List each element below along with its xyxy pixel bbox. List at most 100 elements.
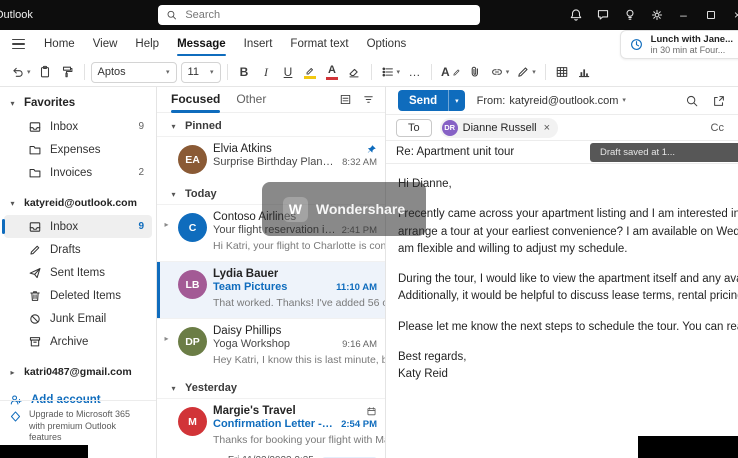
- expand-thread-icon[interactable]: ▸: [161, 325, 172, 368]
- bold-button[interactable]: B: [234, 61, 255, 83]
- cc-button[interactable]: Cc: [711, 122, 728, 134]
- titlebar-actions: – ×: [562, 0, 738, 30]
- remove-recipient-icon[interactable]: ×: [544, 122, 550, 134]
- reminder-subtitle: in 30 min at Four...: [651, 45, 733, 55]
- reminder-card[interactable]: Lunch with Jane... in 30 min at Four...: [620, 30, 738, 59]
- font-size-select[interactable]: 11▾: [181, 62, 221, 83]
- zoom-icon[interactable]: [685, 94, 699, 108]
- insert-chart-button[interactable]: [574, 61, 595, 83]
- divider: [545, 64, 546, 80]
- account-outlook-header[interactable]: ▾katyreid@outlook.com: [0, 191, 156, 215]
- insert-table-button[interactable]: [552, 61, 573, 83]
- menu-item-options[interactable]: Options: [358, 30, 416, 58]
- avatar: C: [178, 213, 207, 242]
- send-button[interactable]: Send: [398, 95, 448, 107]
- clear-formatting-button[interactable]: [344, 61, 365, 83]
- avatar: M: [178, 407, 207, 436]
- undo-button[interactable]: ▾: [8, 61, 34, 83]
- divider: [371, 64, 372, 80]
- send-options-chevron-icon[interactable]: ▾: [448, 90, 465, 111]
- sidebar-item-favorites-inbox[interactable]: Inbox9: [4, 115, 152, 138]
- minimize-button[interactable]: –: [670, 0, 697, 30]
- notifications-bell-icon[interactable]: [562, 0, 589, 30]
- menu-item-insert[interactable]: Insert: [235, 30, 282, 58]
- sidebar-item-junk-email[interactable]: Junk Email: [4, 307, 152, 330]
- group-header-yesterday[interactable]: ▾Yesterday: [157, 375, 385, 398]
- underline-button[interactable]: U: [278, 61, 299, 83]
- search-input[interactable]: [183, 8, 472, 22]
- search-bar[interactable]: [158, 5, 480, 25]
- tab-other[interactable]: Other: [236, 87, 266, 113]
- tips-lightbulb-icon[interactable]: [616, 0, 643, 30]
- close-button[interactable]: ×: [724, 0, 738, 30]
- body-closing: Best regards,: [398, 349, 738, 366]
- filter-icon[interactable]: [362, 93, 375, 106]
- open-in-new-window-icon[interactable]: [712, 94, 726, 108]
- inbox-icon: [28, 120, 42, 134]
- draft-status: Draft saved at 1...: [590, 143, 738, 162]
- sidebar-item-drafts[interactable]: Drafts: [4, 238, 152, 261]
- styles-button[interactable]: A: [438, 61, 464, 83]
- expand-thread-icon[interactable]: ▸: [161, 211, 172, 254]
- highlight-button[interactable]: [300, 61, 321, 83]
- font-color-button[interactable]: A: [322, 61, 343, 83]
- menu-item-view[interactable]: View: [84, 30, 127, 58]
- send-split-button[interactable]: Send ▾: [398, 90, 465, 111]
- sidebar-item-archive[interactable]: Archive: [4, 330, 152, 353]
- body-signature: Katy Reid: [398, 366, 738, 383]
- account-gmail-header[interactable]: ▸katri0487@gmail.com: [0, 360, 156, 384]
- chevron-down-icon: ▾: [169, 384, 178, 393]
- tab-focused[interactable]: Focused: [171, 87, 220, 113]
- menu-item-home[interactable]: Home: [35, 30, 84, 58]
- inbox-tabs: Focused Other: [157, 87, 385, 113]
- paste-button[interactable]: [35, 61, 56, 83]
- email-item-elvia-atkins[interactable]: EA Elvia Atkins Surprise Birthday Planni…: [157, 136, 385, 181]
- upgrade-banner[interactable]: Upgrade to Microsoft 365 with premium Ou…: [0, 400, 156, 444]
- message-list-pane: Focused Other ▾Pinned EA Elvia Atkins Su…: [157, 87, 386, 458]
- sidebar-item-deleted-items[interactable]: Deleted Items: [4, 284, 152, 307]
- chevron-down-icon: ▾: [169, 190, 178, 199]
- subject-field[interactable]: Re: Apartment unit tour: [396, 146, 514, 158]
- format-painter-button[interactable]: [57, 61, 78, 83]
- folder-icon: [28, 143, 42, 157]
- chevron-down-icon: ▾: [8, 199, 17, 208]
- sidebar-item-invoices[interactable]: Invoices2: [4, 161, 152, 184]
- avatar: LB: [178, 270, 207, 299]
- recipient-chip[interactable]: DR Dianne Russell ×: [440, 118, 558, 138]
- unread-count-badge: 2: [138, 167, 144, 178]
- attach-file-button[interactable]: [465, 61, 486, 83]
- menu-item-format-text[interactable]: Format text: [281, 30, 357, 58]
- group-header-pinned[interactable]: ▾Pinned: [157, 113, 385, 136]
- email-item-daisy-phillips[interactable]: ▸ DP Daisy Phillips Yoga Workshop9:16 AM…: [157, 318, 385, 375]
- settings-gear-icon[interactable]: [643, 0, 670, 30]
- bullet-list-button[interactable]: ▾: [378, 61, 404, 83]
- sidebar-item-expenses[interactable]: Expenses: [4, 138, 152, 161]
- pin-icon[interactable]: [366, 144, 377, 155]
- watermark: W Wondershare: [262, 182, 426, 236]
- more-options-button[interactable]: …: [404, 61, 425, 83]
- menu-item-message[interactable]: Message: [168, 30, 235, 58]
- font-family-select[interactable]: Aptos▾: [91, 62, 177, 83]
- avatar: DP: [178, 327, 207, 356]
- feedback-icon[interactable]: [589, 0, 616, 30]
- from-selector[interactable]: From: katyreid@outlook.com ▾: [477, 95, 626, 107]
- email-item-lydia-bauer[interactable]: LB Lydia Bauer Team Pictures11:10 AM Tha…: [157, 261, 385, 318]
- email-item-margies-travel[interactable]: M Margie's Travel Confirmation Letter - …: [157, 398, 385, 458]
- compose-pane: Send ▾ From: katyreid@outlook.com ▾ To D…: [386, 87, 738, 458]
- sidebar-item-sent-items[interactable]: Sent Items: [4, 261, 152, 284]
- chevron-down-icon: ▾: [169, 122, 178, 131]
- app-title: Outlook: [0, 9, 33, 21]
- select-messages-icon[interactable]: [339, 93, 352, 106]
- maximize-button[interactable]: [697, 0, 724, 30]
- sidebar-item-inbox[interactable]: Inbox9: [4, 215, 152, 238]
- menu-item-help[interactable]: Help: [126, 30, 168, 58]
- to-button[interactable]: To: [396, 119, 432, 137]
- favorites-section-header[interactable]: ▾Favorites: [0, 91, 156, 115]
- draw-pen-button[interactable]: ▾: [513, 61, 539, 83]
- hamburger-menu-icon[interactable]: [12, 39, 25, 50]
- inbox-icon: [28, 220, 42, 234]
- compose-body[interactable]: Hi Dianne, I recently came across your a…: [386, 164, 738, 383]
- pencil-icon: [28, 243, 42, 257]
- italic-button[interactable]: I: [256, 61, 277, 83]
- insert-link-button[interactable]: ▾: [487, 61, 513, 83]
